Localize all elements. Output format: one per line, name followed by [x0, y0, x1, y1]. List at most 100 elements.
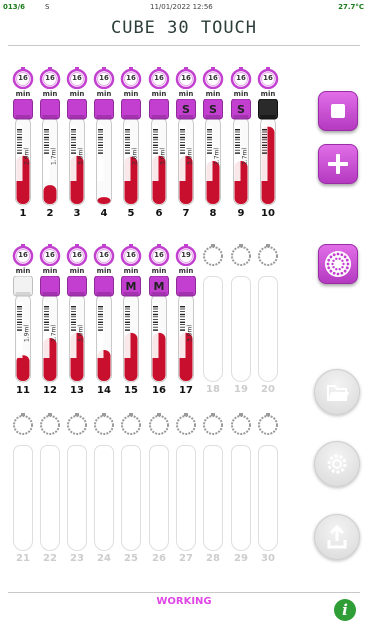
timer [174, 413, 198, 435]
timer-unit: min [151, 267, 167, 275]
cap-marker: S [182, 103, 190, 116]
empty-tube-slot[interactable] [176, 445, 196, 551]
folder-button[interactable] [314, 369, 360, 415]
timer [229, 244, 253, 266]
blood-tube[interactable] [258, 99, 278, 207]
settings-button[interactable] [314, 441, 360, 487]
timer: 16 [229, 67, 253, 89]
tube-graphic [94, 99, 114, 206]
blood-tube[interactable]: S 2.7ml [231, 99, 251, 207]
position-number: 14 [97, 385, 111, 396]
blood-tube[interactable]: 1.7ml [40, 99, 60, 207]
timer-unit: min [178, 267, 194, 275]
timer-unit: min [151, 90, 167, 98]
timer-unit: min [123, 267, 139, 275]
timer-unit: min [15, 267, 31, 275]
footer-divider [8, 592, 360, 593]
rotor-icon [325, 251, 351, 277]
empty-tube-slot[interactable] [67, 445, 87, 551]
position-number: 13 [70, 385, 84, 396]
blood-tube[interactable]: 3.0ml [67, 99, 87, 207]
add-button[interactable] [318, 144, 358, 184]
position-number: 23 [70, 553, 84, 564]
empty-tube-slot[interactable] [203, 276, 223, 382]
blood-tube[interactable]: 1.9ml [13, 276, 33, 384]
timer-value: 16 [18, 251, 28, 259]
position-number: 3 [73, 208, 81, 219]
plus-icon [328, 154, 348, 174]
timer-value: 16 [236, 74, 246, 82]
timer: 16 [11, 67, 35, 89]
timer: 16 [65, 67, 89, 89]
upload-icon [327, 524, 347, 549]
empty-tube-slot[interactable] [149, 445, 169, 551]
empty-tube-slot[interactable] [258, 445, 278, 551]
timer [147, 413, 171, 435]
timer-empty-icon [231, 244, 251, 266]
position-number: 9 [237, 208, 245, 219]
timer-value: 16 [181, 74, 191, 82]
export-button[interactable] [314, 514, 360, 560]
timer [65, 413, 89, 435]
timer-empty-icon [40, 413, 60, 435]
timer [38, 413, 62, 435]
blood-tube[interactable]: 2.7ml [40, 276, 60, 384]
timer-value: 16 [99, 251, 109, 259]
run-status: WORKING [156, 596, 212, 607]
empty-tube-slot[interactable] [40, 445, 60, 551]
position-number: 8 [209, 208, 217, 219]
timer-empty-icon [67, 413, 87, 435]
tube-graphic [94, 276, 114, 383]
empty-tube-slot[interactable] [121, 445, 141, 551]
timer-empty-icon [231, 413, 251, 435]
timer-unit: min [15, 90, 31, 98]
blood-tube[interactable]: 2.9ml [13, 99, 33, 207]
empty-tube-slot[interactable] [94, 445, 114, 551]
blood-tube[interactable]: M [121, 276, 141, 384]
empty-tube-slot[interactable] [203, 445, 223, 551]
cap-marker: S [209, 103, 217, 116]
position-number: 21 [16, 553, 30, 564]
position-number: 17 [179, 385, 193, 396]
timer: 16 [147, 67, 171, 89]
timer-unit: min [205, 90, 221, 98]
timer-value: 16 [99, 74, 109, 82]
timer-empty-icon [258, 413, 278, 435]
empty-tube-slot[interactable] [231, 445, 251, 551]
blood-tube[interactable] [94, 99, 114, 207]
stop-button[interactable] [318, 91, 358, 131]
timer [229, 413, 253, 435]
timer [201, 244, 225, 266]
timer: 16 [256, 67, 280, 89]
blood-tube[interactable]: 2.8ml [121, 99, 141, 207]
rotor-button[interactable] [318, 244, 358, 284]
timer: 16 [147, 244, 171, 266]
empty-tube-slot[interactable] [231, 276, 251, 382]
blood-tube[interactable]: 3.0ml [67, 276, 87, 384]
blood-tube[interactable]: 3.0ml [176, 276, 196, 384]
empty-tube-slot[interactable] [13, 445, 33, 551]
position-number: 1 [19, 208, 27, 219]
blood-tube[interactable] [94, 276, 114, 384]
temperature: 27.7°C [338, 3, 364, 11]
blood-tube[interactable]: M [149, 276, 169, 384]
timer-empty-icon [149, 413, 169, 435]
timer-unit: min [42, 90, 58, 98]
folder-icon [327, 385, 349, 401]
empty-tube-slot[interactable] [258, 276, 278, 382]
cap-marker: M [125, 280, 137, 293]
blood-tube[interactable]: S 3.0ml [176, 99, 196, 207]
timer-value: 16 [263, 74, 273, 82]
timer: 16 [11, 244, 35, 266]
timer-unit: min [260, 90, 276, 98]
timer [201, 413, 225, 435]
info-button[interactable]: i [334, 599, 356, 621]
position-number: 24 [97, 553, 111, 564]
timer-value: 16 [154, 74, 164, 82]
position-number: 5 [127, 208, 135, 219]
position-number: 4 [100, 208, 108, 219]
timer-value: 16 [126, 251, 136, 259]
blood-tube[interactable]: 3.0ml [149, 99, 169, 207]
timer-value: 16 [45, 251, 55, 259]
blood-tube[interactable]: S 2.7ml [203, 99, 223, 207]
